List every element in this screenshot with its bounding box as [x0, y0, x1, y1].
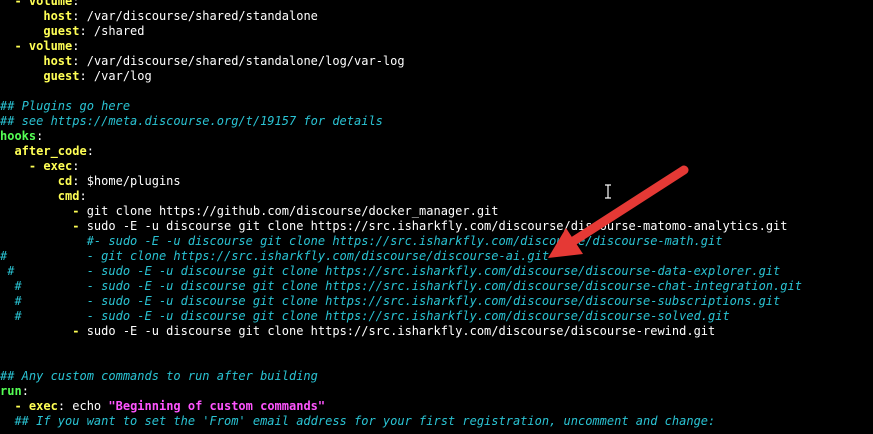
code-token: host	[43, 54, 73, 68]
code-token: : /var/discourse/shared/standalone/log/v…	[72, 54, 405, 68]
code-line: cmd:	[0, 189, 873, 204]
code-token: -	[0, 39, 29, 53]
code-token: git clone https://github.com/discourse/d…	[86, 204, 499, 218]
code-token: : /shared	[79, 24, 145, 38]
code-line: host: /var/discourse/shared/standalone	[0, 9, 873, 24]
code-token: sudo -E -u discourse git clone https://s…	[86, 324, 716, 338]
code-token: -	[0, 204, 87, 218]
code-line: # - sudo -E -u discourse git clone https…	[0, 279, 873, 294]
code-line: run:	[0, 384, 873, 399]
code-token: # - sudo -E -u discourse git clone https…	[0, 294, 781, 308]
code-token: sudo -E -u discourse git clone https://s…	[86, 219, 788, 233]
code-token: host	[43, 9, 73, 23]
code-token: "Beginning of custom commands"	[108, 399, 326, 413]
code-token: :	[36, 129, 44, 143]
code-token: :	[72, 0, 80, 8]
code-token: -	[0, 399, 29, 413]
code-token: after_code	[14, 144, 87, 158]
code-line: hooks:	[0, 129, 873, 144]
code-line: # - sudo -E -u discourse git clone https…	[0, 294, 873, 309]
code-token: hooks	[0, 129, 37, 143]
code-token: volume	[28, 39, 73, 53]
code-token: ## Plugins go here	[0, 99, 131, 113]
code-line: guest: /var/log	[0, 69, 873, 84]
code-token: : /var/log	[79, 69, 152, 83]
code-line: ## If you want to set the 'From' email a…	[0, 414, 873, 429]
code-token: :	[72, 39, 80, 53]
code-token: -	[0, 324, 87, 338]
code-token: -	[0, 0, 29, 8]
code-token: exec	[28, 399, 58, 413]
code-token: :	[86, 144, 94, 158]
code-line: ## Any custom commands to run after buil…	[0, 369, 873, 384]
code-token: run	[0, 384, 22, 398]
code-line: ## see https://meta.discourse.org/t/1915…	[0, 114, 873, 129]
code-line: - volume:	[0, 39, 873, 54]
code-token: :	[72, 159, 80, 173]
code-token: -	[0, 159, 44, 173]
code-token: cd	[57, 174, 73, 188]
code-token: # - sudo -E -u discourse git clone https…	[0, 264, 781, 278]
code-line: - volume:	[0, 0, 873, 9]
code-line: # - git clone https://src.isharkfly.com/…	[0, 249, 873, 264]
code-line: cd: $home/plugins	[0, 174, 873, 189]
code-line: # - sudo -E -u discourse git clone https…	[0, 264, 873, 279]
code-line: host: /var/discourse/shared/standalone/l…	[0, 54, 873, 69]
code-token: #- sudo -E -u discourse git clone https:…	[0, 234, 723, 248]
code-line: - exec:	[0, 159, 873, 174]
code-token: : $home/plugins	[72, 174, 181, 188]
code-token: : echo	[57, 399, 109, 413]
code-line: - git clone https://github.com/discourse…	[0, 204, 873, 219]
code-token: :	[21, 384, 29, 398]
code-token: guest	[43, 24, 80, 38]
code-token: # - git clone https://src.isharkfly.com/…	[0, 249, 550, 263]
code-token: # - sudo -E -u discourse git clone https…	[0, 279, 802, 293]
code-line: guest: /shared	[0, 24, 873, 39]
code-line: - sudo -E -u discourse git clone https:/…	[0, 219, 873, 234]
code-token: ## If you want to set the 'From' email a…	[0, 414, 716, 428]
code-line: after_code:	[0, 144, 873, 159]
code-token: volume	[28, 0, 73, 8]
code-token: :	[79, 189, 87, 203]
code-token: guest	[43, 69, 80, 83]
code-line: #- sudo -E -u discourse git clone https:…	[0, 234, 873, 249]
code-token: cmd	[57, 189, 80, 203]
code-line: # - sudo -E -u discourse git clone https…	[0, 309, 873, 324]
code-token: -	[0, 219, 87, 233]
code-token: ## see https://meta.discourse.org/t/1915…	[0, 114, 383, 128]
code-token: exec	[43, 159, 73, 173]
code-line: - sudo -E -u discourse git clone https:/…	[0, 324, 873, 339]
code-token: : /var/discourse/shared/standalone	[72, 9, 318, 23]
terminal-editor-view[interactable]: - volume: host: /var/discourse/shared/st…	[0, 0, 873, 434]
code-token: # - sudo -E -u discourse git clone https…	[0, 309, 730, 323]
code-line: - exec: echo "Beginning of custom comman…	[0, 399, 873, 414]
code-line: ## Plugins go here	[0, 99, 873, 114]
code-token: ## Any custom commands to run after buil…	[0, 369, 318, 383]
